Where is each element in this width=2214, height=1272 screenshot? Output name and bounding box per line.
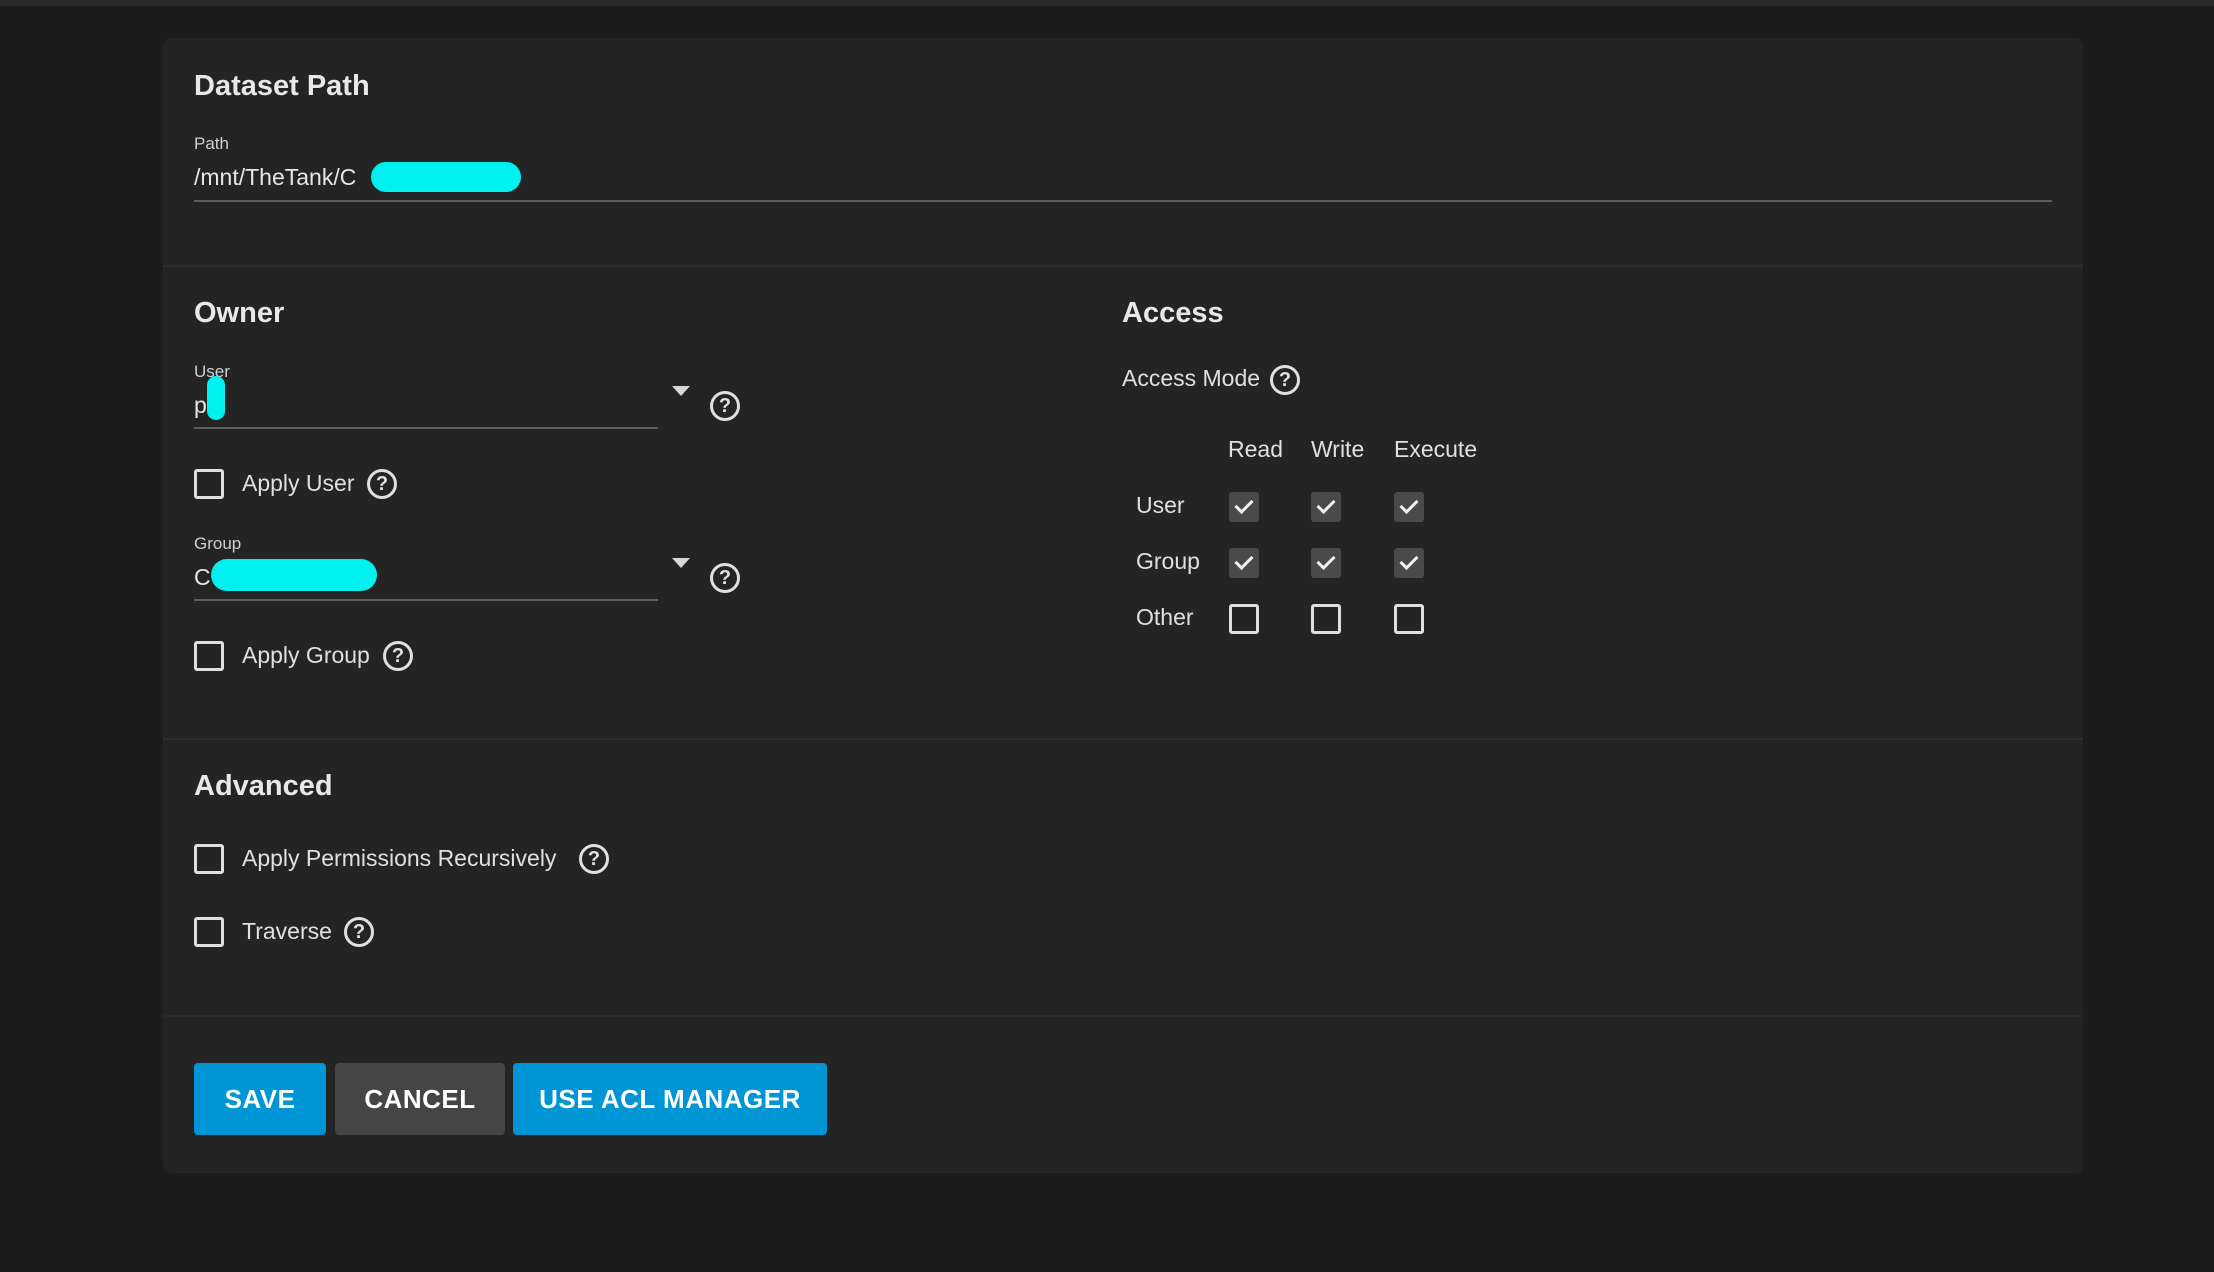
top-bar [0,0,2214,6]
row-user-label: User [1136,492,1185,518]
chevron-down-icon[interactable] [672,558,690,568]
apply-user-label: Apply User [242,470,355,496]
redaction-mark [207,376,225,420]
group-underline [194,599,658,601]
other-execute-checkbox[interactable] [1394,604,1424,634]
cancel-button[interactable]: CANCEL [335,1063,505,1135]
section-divider [163,738,2083,740]
apply-group-checkbox[interactable] [194,641,224,671]
apply-recursively-checkbox[interactable] [194,844,224,874]
user-underline [194,427,658,429]
permissions-card: Dataset Path Path /mnt/TheTank/C Owner U… [163,38,2083,1173]
traverse-checkbox[interactable] [194,917,224,947]
group-write-checkbox[interactable] [1311,548,1341,578]
help-icon[interactable]: ? [344,917,374,947]
group-select[interactable]: C [194,564,211,591]
help-icon[interactable]: ? [367,469,397,499]
other-read-checkbox[interactable] [1229,604,1259,634]
row-other-label: Other [1136,604,1194,630]
user-execute-checkbox[interactable] [1394,492,1424,522]
redaction-mark [211,559,377,591]
access-mode-label: Access Mode [1122,365,1261,391]
owner-title: Owner [194,297,285,329]
help-icon[interactable]: ? [710,563,740,593]
group-read-checkbox[interactable] [1229,548,1259,578]
user-write-checkbox[interactable] [1311,492,1341,522]
column-write: Write [1311,436,1365,462]
apply-group-label: Apply Group [242,642,370,668]
dataset-path-title: Dataset Path [194,70,370,102]
group-label: Group [194,534,242,553]
save-button[interactable]: SAVE [194,1063,326,1135]
path-input[interactable]: /mnt/TheTank/C [194,164,356,191]
access-title: Access [1122,297,1224,329]
help-icon[interactable]: ? [710,391,740,421]
apply-recursively-label: Apply Permissions Recursively [242,845,557,871]
group-execute-checkbox[interactable] [1394,548,1424,578]
path-label: Path [194,134,229,153]
column-execute: Execute [1394,436,1478,462]
section-divider [163,1015,2083,1017]
path-underline [194,200,2052,202]
apply-user-checkbox[interactable] [194,469,224,499]
advanced-title: Advanced [194,770,333,802]
help-icon[interactable]: ? [579,844,609,874]
use-acl-manager-button[interactable]: USE ACL MANAGER [513,1063,827,1135]
other-write-checkbox[interactable] [1311,604,1341,634]
help-icon[interactable]: ? [1270,365,1300,395]
traverse-label: Traverse [242,918,332,944]
column-read: Read [1228,436,1283,462]
user-read-checkbox[interactable] [1229,492,1259,522]
chevron-down-icon[interactable] [672,386,690,396]
section-divider [163,265,2083,267]
user-select[interactable]: p [194,392,207,419]
help-icon[interactable]: ? [383,641,413,671]
redaction-mark [371,162,521,192]
row-group-label: Group [1136,548,1200,574]
